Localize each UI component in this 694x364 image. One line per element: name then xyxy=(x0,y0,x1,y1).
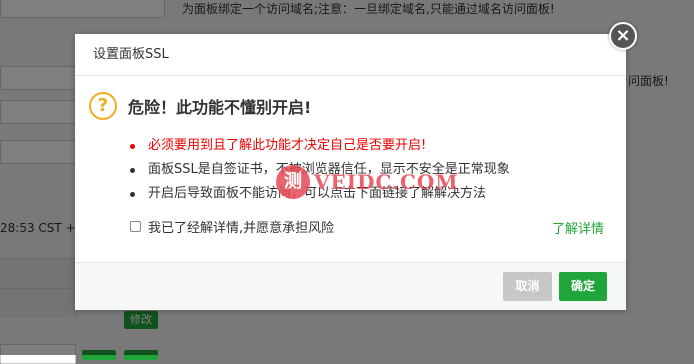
warning-item-required: 必须要用到且了解此功能才决定自己是否要开启! xyxy=(130,134,510,158)
cancel-button[interactable]: 取消 xyxy=(503,272,552,301)
watermark-text: VEIDC.COM xyxy=(314,170,459,194)
dialog-title: 设置面板SSL xyxy=(75,34,626,76)
agree-checkbox-row[interactable]: 我已了经解详情,并愿意承担风险 xyxy=(130,217,334,236)
confirm-button[interactable]: 确定 xyxy=(559,272,607,301)
close-icon[interactable]: × xyxy=(609,22,637,50)
agree-checkbox[interactable] xyxy=(130,221,141,232)
danger-title: 危险！此功能不懂别开启! xyxy=(128,98,312,117)
watermark: 测 VEIDC.COM xyxy=(276,165,458,199)
warning-question-icon: ? xyxy=(89,92,117,120)
dialog-footer: 取消 确定 xyxy=(75,262,626,310)
learn-more-link[interactable]: 了解详情 xyxy=(552,218,604,237)
agree-label[interactable]: 我已了经解详情,并愿意承担风险 xyxy=(148,217,334,236)
watermark-logo-icon: 测 xyxy=(276,165,310,199)
